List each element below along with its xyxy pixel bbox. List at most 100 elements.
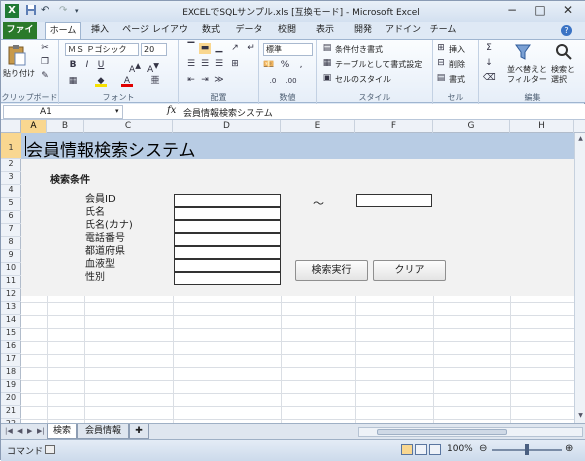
row-header[interactable]: 19 <box>1 380 21 393</box>
autosum-icon[interactable]: Σ <box>483 43 495 54</box>
sheet-tab-search[interactable]: 検索 <box>47 424 77 439</box>
align-bottom-icon[interactable]: ▁ <box>213 43 225 54</box>
page-layout-view-icon[interactable] <box>415 444 427 455</box>
fill-icon[interactable]: ↓ <box>483 58 495 69</box>
align-right-icon[interactable]: ☰ <box>213 59 225 70</box>
name-field[interactable] <box>174 207 281 220</box>
grow-font-icon[interactable]: A▲ <box>129 60 141 75</box>
gender-field[interactable] <box>174 272 281 285</box>
row-header[interactable]: 17 <box>1 354 21 367</box>
phonetic-icon[interactable]: 亜 <box>149 76 161 87</box>
qat-customize-icon[interactable]: ▾ <box>75 4 79 18</box>
row-header[interactable]: 13 <box>1 302 21 315</box>
row-header[interactable]: 10 <box>1 263 21 276</box>
comma-icon[interactable]: , <box>295 60 307 71</box>
column-header-f[interactable]: F <box>355 120 433 133</box>
decrease-decimal-icon[interactable]: .00 <box>285 76 297 87</box>
align-center-icon[interactable]: ☰ <box>199 59 211 70</box>
column-header-h[interactable]: H <box>510 120 574 133</box>
font-name-combo[interactable]: ＭＳ Ｐゴシック <box>65 43 139 56</box>
font-color-icon[interactable]: A <box>121 76 133 87</box>
tab-page-layout[interactable]: ページ レイアウト <box>119 22 191 52</box>
row-header[interactable]: 18 <box>1 367 21 380</box>
row-header[interactable]: 15 <box>1 328 21 341</box>
excel-app-icon[interactable]: X <box>5 4 19 18</box>
format-as-table-button[interactable]: テーブルとして書式設定 <box>335 59 422 70</box>
column-header-d[interactable]: D <box>173 120 281 133</box>
row-header[interactable]: 16 <box>1 341 21 354</box>
bold-button[interactable]: B <box>67 60 79 71</box>
row-header[interactable]: 8 <box>1 237 21 250</box>
page-break-view-icon[interactable] <box>429 444 441 455</box>
help-icon[interactable]: ? <box>561 25 572 36</box>
row-header[interactable]: 21 <box>1 406 21 419</box>
cell-styles-button[interactable]: セルのスタイル <box>335 74 391 85</box>
tab-file[interactable]: ファイル <box>3 22 37 52</box>
row-header[interactable]: 6 <box>1 211 21 224</box>
tab-addins[interactable]: アドイン <box>383 22 423 39</box>
scroll-down-icon[interactable]: ▼ <box>576 412 585 421</box>
sort-filter-button[interactable]: 並べ替えと フィルター <box>507 65 547 85</box>
member-id-to-field[interactable] <box>356 194 432 207</box>
horizontal-scrollbar[interactable] <box>358 427 583 437</box>
row-header[interactable]: 5 <box>1 198 21 211</box>
paste-button[interactable]: 貼り付け <box>3 68 35 79</box>
minimize-button[interactable]: − <box>498 1 526 20</box>
column-header-g[interactable]: G <box>433 120 510 133</box>
undo-icon[interactable]: ↶ <box>41 4 49 18</box>
redo-icon[interactable]: ↷ <box>59 4 67 18</box>
normal-view-icon[interactable] <box>401 444 413 455</box>
first-sheet-icon[interactable]: |◀ <box>5 427 13 435</box>
zoom-out-icon[interactable]: ⊖ <box>479 443 487 454</box>
align-middle-icon[interactable]: ▬ <box>199 43 211 54</box>
column-header-e[interactable]: E <box>281 120 355 133</box>
fill-color-icon[interactable]: ◆ <box>95 76 107 87</box>
align-left-icon[interactable]: ☰ <box>185 59 197 70</box>
clear-icon[interactable]: ⌫ <box>483 73 496 84</box>
last-sheet-icon[interactable]: ▶| <box>37 427 45 435</box>
row-header[interactable]: 2 <box>1 159 21 172</box>
row-header[interactable]: 11 <box>1 276 21 289</box>
row-header[interactable]: 14 <box>1 315 21 328</box>
prev-sheet-icon[interactable]: ◀ <box>17 427 22 435</box>
insert-cells-button[interactable]: 挿入 <box>449 44 465 55</box>
row-header[interactable]: 3 <box>1 172 21 185</box>
zoom-in-icon[interactable]: ⊕ <box>565 443 573 454</box>
clear-button[interactable]: クリア <box>373 260 446 281</box>
tab-data[interactable]: データ <box>231 22 267 39</box>
tab-formulas[interactable]: 数式 <box>193 22 229 39</box>
blood-type-field[interactable] <box>174 259 281 272</box>
maximize-button[interactable]: □ <box>526 1 554 20</box>
borders-icon[interactable]: ▦ <box>67 76 79 87</box>
next-sheet-icon[interactable]: ▶ <box>27 427 32 435</box>
search-button[interactable]: 検索実行 <box>295 260 368 281</box>
formula-input[interactable]: 会員情報検索システム <box>183 106 273 119</box>
row-header[interactable]: 4 <box>1 185 21 198</box>
increase-indent-icon[interactable]: ⇥ <box>199 75 211 86</box>
underline-button[interactable]: U <box>95 60 107 71</box>
row-header[interactable]: 9 <box>1 250 21 263</box>
zoom-slider-thumb[interactable] <box>525 444 529 455</box>
row-header[interactable]: 1 <box>1 133 21 159</box>
row-header[interactable]: 20 <box>1 393 21 406</box>
zoom-level[interactable]: 100% <box>447 444 473 454</box>
tab-insert[interactable]: 挿入 <box>85 22 115 39</box>
worksheet-grid[interactable]: 会員情報検索システム 検索条件 会員ID 氏名 氏名(カナ) 電話番号 都道府県… <box>21 133 584 423</box>
column-header-c[interactable]: C <box>84 120 173 133</box>
new-sheet-icon[interactable]: ✚ <box>129 424 149 439</box>
name-kana-field[interactable] <box>174 220 281 233</box>
tab-view[interactable]: 表示 <box>307 22 343 39</box>
row-header[interactable]: 12 <box>1 289 21 302</box>
tab-team[interactable]: チーム <box>425 22 461 39</box>
scroll-thumb[interactable] <box>377 429 507 435</box>
tab-home[interactable]: ホーム <box>45 22 81 39</box>
tab-developer[interactable]: 開発 <box>345 22 381 39</box>
wrap-text-icon[interactable]: ↵ <box>245 43 257 54</box>
sheet-tab-member-info[interactable]: 会員情報 <box>77 424 129 439</box>
percent-icon[interactable]: % <box>279 60 291 71</box>
increase-decimal-icon[interactable]: .0 <box>267 76 279 87</box>
paste-icon[interactable] <box>7 44 27 66</box>
align-top-icon[interactable]: ▔ <box>185 43 197 54</box>
close-button[interactable]: ✕ <box>554 1 582 20</box>
orientation-icon[interactable]: ↗ <box>229 43 241 54</box>
